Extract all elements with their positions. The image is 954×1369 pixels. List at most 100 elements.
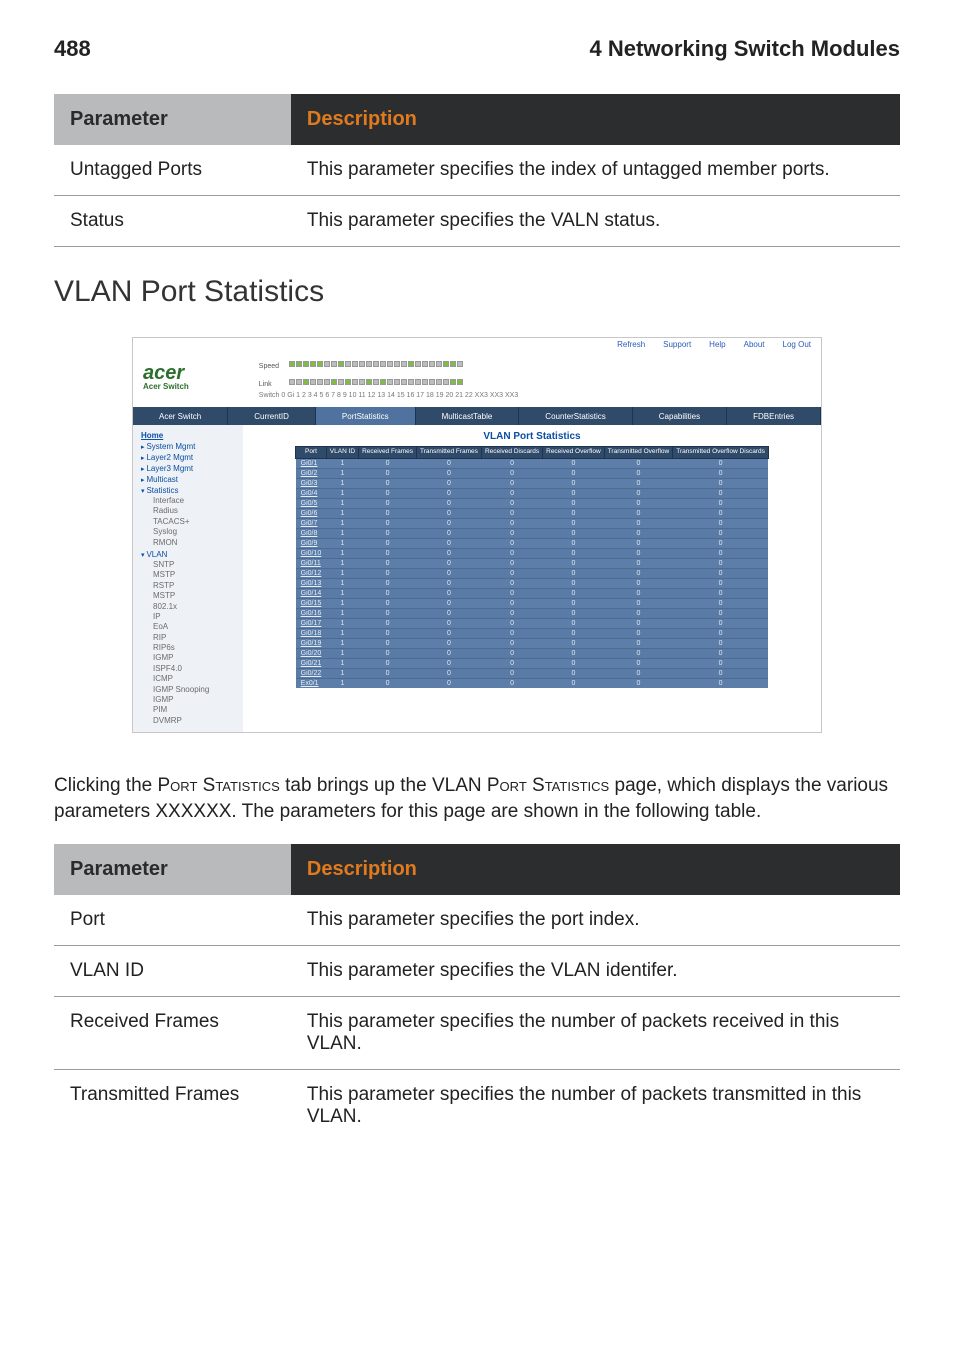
table-row: Gi0/111000000	[296, 558, 769, 568]
tab-multicasttable[interactable]: MulticastTable	[416, 407, 520, 425]
port-link[interactable]: Ex0/1	[296, 678, 327, 688]
nav-group[interactable]: Layer2 Mgmt	[141, 453, 237, 462]
nav-sub-item[interactable]: RMON	[153, 538, 237, 548]
stat-cell: 0	[543, 488, 605, 498]
tab-capabilities[interactable]: Capabilities	[633, 407, 727, 425]
tab-portstatistics[interactable]: PortStatistics	[316, 407, 416, 425]
port-link[interactable]: Gi0/1	[296, 458, 327, 468]
nav-sub-item[interactable]: Interface	[153, 496, 237, 506]
port-led-icon	[387, 361, 393, 367]
port-link[interactable]: Gi0/8	[296, 528, 327, 538]
port-link[interactable]: Gi0/4	[296, 488, 327, 498]
stat-cell: 0	[417, 568, 482, 578]
stat-cell: 0	[481, 518, 542, 528]
port-link[interactable]: Gi0/13	[296, 578, 327, 588]
nav-sub-item[interactable]: DVMRP	[153, 716, 237, 726]
stat-cell: 0	[359, 468, 417, 478]
toplink-log-out[interactable]: Log Out	[783, 340, 811, 349]
nav-group[interactable]: System Mgmt	[141, 442, 237, 451]
nav-sub-item[interactable]: ICMP	[153, 674, 237, 684]
port-link[interactable]: Gi0/19	[296, 638, 327, 648]
nav-sub-item[interactable]: RIP6s	[153, 643, 237, 653]
toplink-support[interactable]: Support	[663, 340, 691, 349]
stat-cell: 0	[673, 608, 769, 618]
nav-sub-item[interactable]: EoA	[153, 622, 237, 632]
tab-acer switch[interactable]: Acer Switch	[133, 407, 228, 425]
stat-cell: 0	[481, 528, 542, 538]
stat-cell: 0	[673, 538, 769, 548]
brand-subtitle: Acer Switch	[143, 382, 189, 391]
vlan-id-cell: 1	[326, 588, 358, 598]
nav-sub-item[interactable]: MSTP	[153, 591, 237, 601]
stat-cell: 0	[604, 528, 673, 538]
port-link[interactable]: Gi0/21	[296, 658, 327, 668]
stat-cell: 0	[673, 458, 769, 468]
nav-sub-item[interactable]: IGMP	[153, 653, 237, 663]
nav-sub-item[interactable]: Syslog	[153, 527, 237, 537]
nav-group[interactable]: Statistics	[141, 486, 237, 495]
toplink-refresh[interactable]: Refresh	[617, 340, 645, 349]
nav-group[interactable]: Multicast	[141, 475, 237, 484]
nav-sub-item[interactable]: IGMP Snooping	[153, 685, 237, 695]
stat-cell: 0	[604, 468, 673, 478]
port-link[interactable]: Gi0/7	[296, 518, 327, 528]
stat-cell: 0	[481, 648, 542, 658]
port-link[interactable]: Gi0/3	[296, 478, 327, 488]
stat-cell: 0	[417, 528, 482, 538]
nav-sub-item[interactable]: RSTP	[153, 581, 237, 591]
port-link[interactable]: Gi0/16	[296, 608, 327, 618]
port-link[interactable]: Gi0/6	[296, 508, 327, 518]
tab-counterstatistics[interactable]: CounterStatistics	[519, 407, 632, 425]
nav-sub-item[interactable]: SNTP	[153, 560, 237, 570]
port-link[interactable]: Gi0/9	[296, 538, 327, 548]
nav-sub-item[interactable]: ISPF4.0	[153, 664, 237, 674]
stat-cell: 0	[604, 608, 673, 618]
stat-cell: 0	[417, 558, 482, 568]
toplink-about[interactable]: About	[744, 340, 765, 349]
nav-sub-item[interactable]: IGMP	[153, 695, 237, 705]
nav-sub-item[interactable]: MSTP	[153, 570, 237, 580]
port-link[interactable]: Gi0/12	[296, 568, 327, 578]
stat-cell: 0	[673, 638, 769, 648]
stat-cell: 0	[604, 628, 673, 638]
port-link[interactable]: Gi0/17	[296, 618, 327, 628]
port-link[interactable]: Gi0/14	[296, 588, 327, 598]
tab-currentid[interactable]: CurrentID	[228, 407, 316, 425]
nav-sub-item[interactable]: TACACS+	[153, 517, 237, 527]
nav-group[interactable]: VLAN	[141, 550, 237, 559]
stat-cell: 0	[604, 478, 673, 488]
port-link[interactable]: Gi0/18	[296, 628, 327, 638]
vps-col-header: Transmitted Frames	[417, 447, 482, 459]
stat-cell: 0	[673, 568, 769, 578]
port-led-icon	[443, 361, 449, 367]
table-row: Gi0/101000000	[296, 548, 769, 558]
stat-cell: 0	[604, 638, 673, 648]
vps-col-header: Transmitted Overflow Discards	[673, 447, 769, 459]
stat-cell: 0	[417, 548, 482, 558]
nav-sub-item[interactable]: RIP	[153, 633, 237, 643]
stat-cell: 0	[543, 618, 605, 628]
stat-cell: 0	[543, 568, 605, 578]
port-link[interactable]: Gi0/20	[296, 648, 327, 658]
param-cell: VLAN ID	[54, 946, 291, 997]
vlan-id-cell: 1	[326, 598, 358, 608]
nav-sub-item[interactable]: Radius	[153, 506, 237, 516]
stat-cell: 0	[604, 658, 673, 668]
nav-group[interactable]: Layer3 Mgmt	[141, 464, 237, 473]
table-row: Gi0/191000000	[296, 638, 769, 648]
stat-cell: 0	[604, 668, 673, 678]
tab-fdbentries[interactable]: FDBEntries	[727, 407, 821, 425]
stat-cell: 0	[673, 498, 769, 508]
port-link[interactable]: Gi0/15	[296, 598, 327, 608]
port-link[interactable]: Gi0/5	[296, 498, 327, 508]
nav-sub-item[interactable]: PIM	[153, 705, 237, 715]
port-link[interactable]: Gi0/10	[296, 548, 327, 558]
port-link[interactable]: Gi0/11	[296, 558, 327, 568]
nav-home[interactable]: Home	[141, 431, 237, 440]
nav-sub-item[interactable]: IP	[153, 612, 237, 622]
port-link[interactable]: Gi0/22	[296, 668, 327, 678]
nav-sub-item[interactable]: 802.1x	[153, 602, 237, 612]
toplink-help[interactable]: Help	[709, 340, 725, 349]
port-led-icon	[408, 379, 414, 385]
port-link[interactable]: Gi0/2	[296, 468, 327, 478]
